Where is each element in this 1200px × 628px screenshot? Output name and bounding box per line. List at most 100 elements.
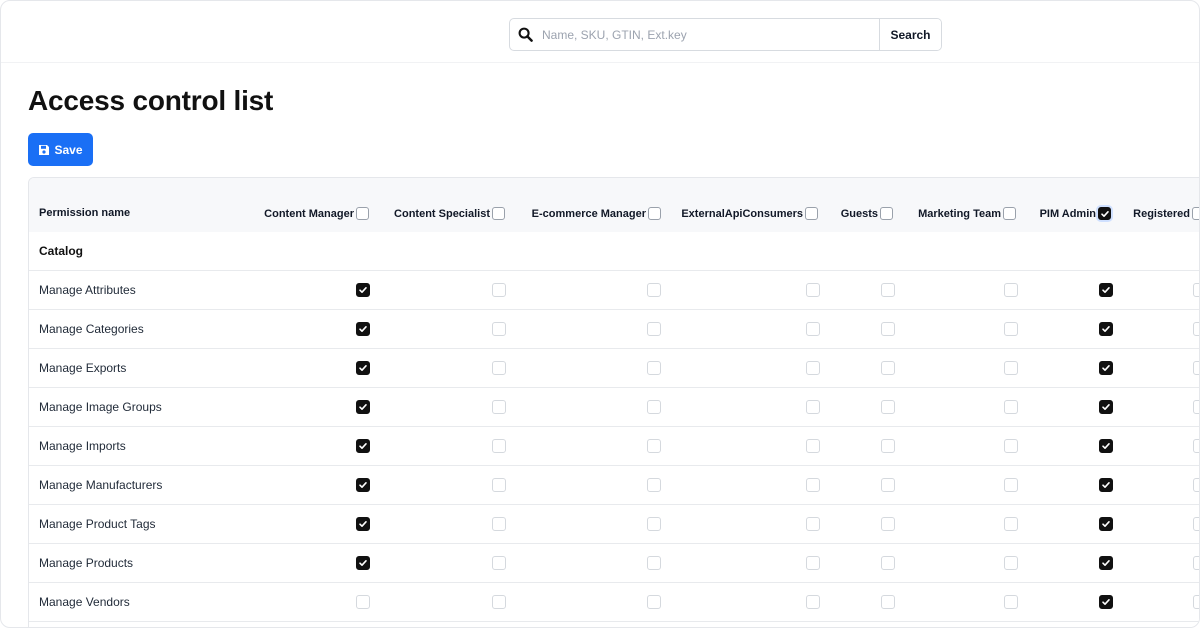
- select-all-checkbox[interactable]: [356, 207, 369, 220]
- select-all-checkbox[interactable]: [1192, 207, 1199, 220]
- permission-checkbox[interactable]: [881, 283, 895, 297]
- select-all-checkbox[interactable]: [1098, 207, 1111, 220]
- permission-checkbox[interactable]: [492, 556, 506, 570]
- permission-checkbox[interactable]: [806, 322, 820, 336]
- permission-checkbox[interactable]: [806, 478, 820, 492]
- permission-checkbox[interactable]: [881, 595, 895, 609]
- permission-checkbox[interactable]: [492, 595, 506, 609]
- permission-checkbox[interactable]: [1193, 595, 1199, 609]
- column-header-label: Content Specialist: [394, 207, 490, 220]
- permission-name: Manage Categories: [39, 322, 144, 336]
- permission-checkbox[interactable]: [1193, 322, 1199, 336]
- permission-checkbox[interactable]: [1193, 478, 1199, 492]
- permission-checkbox[interactable]: [647, 595, 661, 609]
- table-row: Manage Vendors: [29, 583, 1199, 622]
- permission-checkbox[interactable]: [1099, 400, 1113, 414]
- permission-checkbox[interactable]: [1099, 361, 1113, 375]
- permission-checkbox[interactable]: [1099, 556, 1113, 570]
- permission-checkbox[interactable]: [1193, 283, 1199, 297]
- permission-checkbox[interactable]: [1193, 400, 1199, 414]
- permission-checkbox[interactable]: [492, 400, 506, 414]
- column-header-label: Registered: [1133, 207, 1190, 220]
- permission-checkbox[interactable]: [1099, 517, 1113, 531]
- permission-checkbox[interactable]: [806, 400, 820, 414]
- permission-checkbox[interactable]: [492, 361, 506, 375]
- select-all-checkbox[interactable]: [1003, 207, 1016, 220]
- column-header-label: Content Manager: [264, 207, 354, 220]
- permission-checkbox[interactable]: [647, 283, 661, 297]
- permission-checkbox[interactable]: [647, 361, 661, 375]
- permission-checkbox[interactable]: [881, 478, 895, 492]
- permission-name: Manage Manufacturers: [39, 478, 163, 492]
- permission-checkbox[interactable]: [492, 517, 506, 531]
- permission-checkbox[interactable]: [806, 439, 820, 453]
- select-all-checkbox[interactable]: [805, 207, 818, 220]
- permission-checkbox[interactable]: [881, 400, 895, 414]
- permission-checkbox[interactable]: [356, 283, 370, 297]
- table-row: Manage Image Groups: [29, 388, 1199, 427]
- permission-checkbox[interactable]: [1193, 517, 1199, 531]
- search-icon: [510, 19, 540, 50]
- permission-checkbox[interactable]: [356, 478, 370, 492]
- column-header-role: Marketing Team: [918, 207, 1016, 220]
- permission-checkbox[interactable]: [647, 556, 661, 570]
- permission-checkbox[interactable]: [1004, 517, 1018, 531]
- acl-table: Permission name Content Manager Content S…: [28, 177, 1199, 627]
- permission-checkbox[interactable]: [881, 322, 895, 336]
- permission-checkbox[interactable]: [1193, 556, 1199, 570]
- permission-checkbox[interactable]: [492, 322, 506, 336]
- permission-checkbox[interactable]: [806, 595, 820, 609]
- permission-checkbox[interactable]: [647, 439, 661, 453]
- permission-checkbox[interactable]: [806, 556, 820, 570]
- permission-checkbox[interactable]: [647, 517, 661, 531]
- permission-checkbox[interactable]: [356, 322, 370, 336]
- permission-checkbox[interactable]: [1004, 439, 1018, 453]
- permission-checkbox[interactable]: [356, 400, 370, 414]
- permission-checkbox[interactable]: [881, 439, 895, 453]
- column-header-label: Marketing Team: [918, 207, 1001, 220]
- permission-checkbox[interactable]: [1099, 478, 1113, 492]
- permission-checkbox[interactable]: [492, 439, 506, 453]
- permission-checkbox[interactable]: [1004, 400, 1018, 414]
- permission-checkbox[interactable]: [1193, 439, 1199, 453]
- permission-checkbox[interactable]: [647, 400, 661, 414]
- permission-checkbox[interactable]: [881, 517, 895, 531]
- search-input[interactable]: [540, 19, 879, 50]
- permission-checkbox[interactable]: [356, 595, 370, 609]
- column-header-role: Content Specialist: [394, 207, 505, 220]
- permission-checkbox[interactable]: [356, 556, 370, 570]
- select-all-checkbox[interactable]: [492, 207, 505, 220]
- select-all-checkbox[interactable]: [648, 207, 661, 220]
- permission-checkbox[interactable]: [492, 283, 506, 297]
- table-row: Manage Product Tags: [29, 505, 1199, 544]
- permission-checkbox[interactable]: [356, 517, 370, 531]
- permission-checkbox[interactable]: [1004, 478, 1018, 492]
- permission-checkbox[interactable]: [806, 283, 820, 297]
- permission-checkbox[interactable]: [881, 361, 895, 375]
- search-button[interactable]: Search: [879, 19, 941, 50]
- permission-checkbox[interactable]: [806, 517, 820, 531]
- permission-checkbox[interactable]: [356, 361, 370, 375]
- save-button[interactable]: Save: [28, 133, 93, 166]
- select-all-checkbox[interactable]: [880, 207, 893, 220]
- permission-checkbox[interactable]: [1004, 361, 1018, 375]
- app-window: Search Access control list Save Permissi…: [0, 0, 1200, 628]
- permission-checkbox[interactable]: [1099, 322, 1113, 336]
- permission-checkbox[interactable]: [1004, 283, 1018, 297]
- permission-name: Manage Exports: [39, 361, 127, 375]
- permission-checkbox[interactable]: [492, 478, 506, 492]
- permission-name: Manage Vendors: [39, 595, 130, 609]
- permission-checkbox[interactable]: [1099, 439, 1113, 453]
- permission-checkbox[interactable]: [1099, 595, 1113, 609]
- permission-checkbox[interactable]: [647, 478, 661, 492]
- permission-checkbox[interactable]: [1099, 283, 1113, 297]
- permission-checkbox[interactable]: [806, 361, 820, 375]
- permission-checkbox[interactable]: [1004, 322, 1018, 336]
- permission-checkbox[interactable]: [1193, 361, 1199, 375]
- permission-checkbox[interactable]: [1004, 595, 1018, 609]
- permission-checkbox[interactable]: [647, 322, 661, 336]
- permission-name: Manage Attributes: [39, 283, 136, 297]
- permission-checkbox[interactable]: [1004, 556, 1018, 570]
- permission-checkbox[interactable]: [356, 439, 370, 453]
- permission-checkbox[interactable]: [881, 556, 895, 570]
